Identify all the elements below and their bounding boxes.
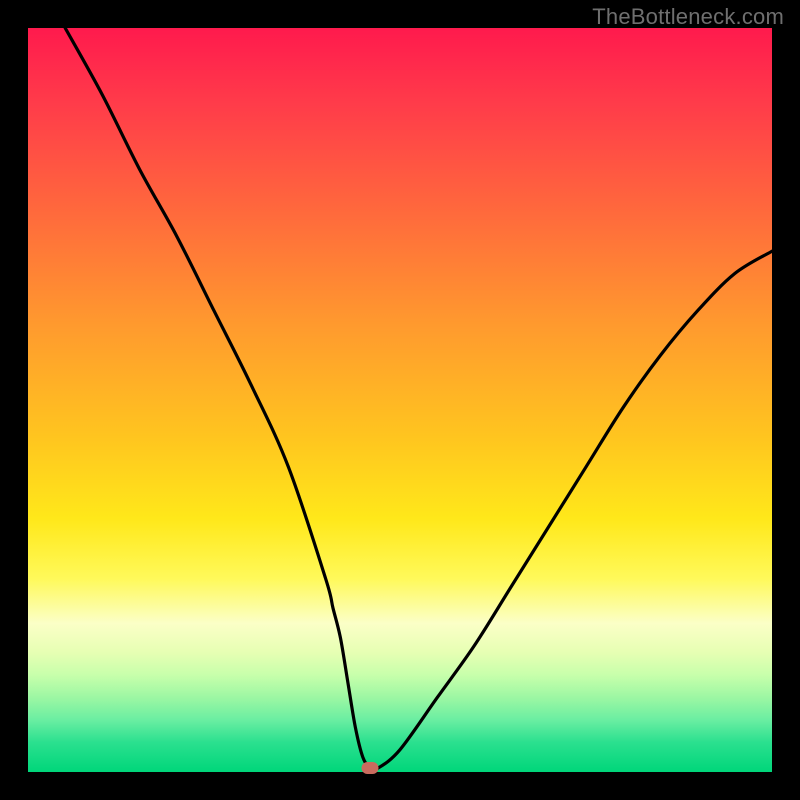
watermark-text: TheBottleneck.com <box>592 4 784 30</box>
optimal-point-marker <box>362 762 379 774</box>
plot-area <box>28 28 772 772</box>
chart-frame: TheBottleneck.com <box>0 0 800 800</box>
curve-svg <box>28 28 772 772</box>
bottleneck-curve-path <box>65 28 772 770</box>
